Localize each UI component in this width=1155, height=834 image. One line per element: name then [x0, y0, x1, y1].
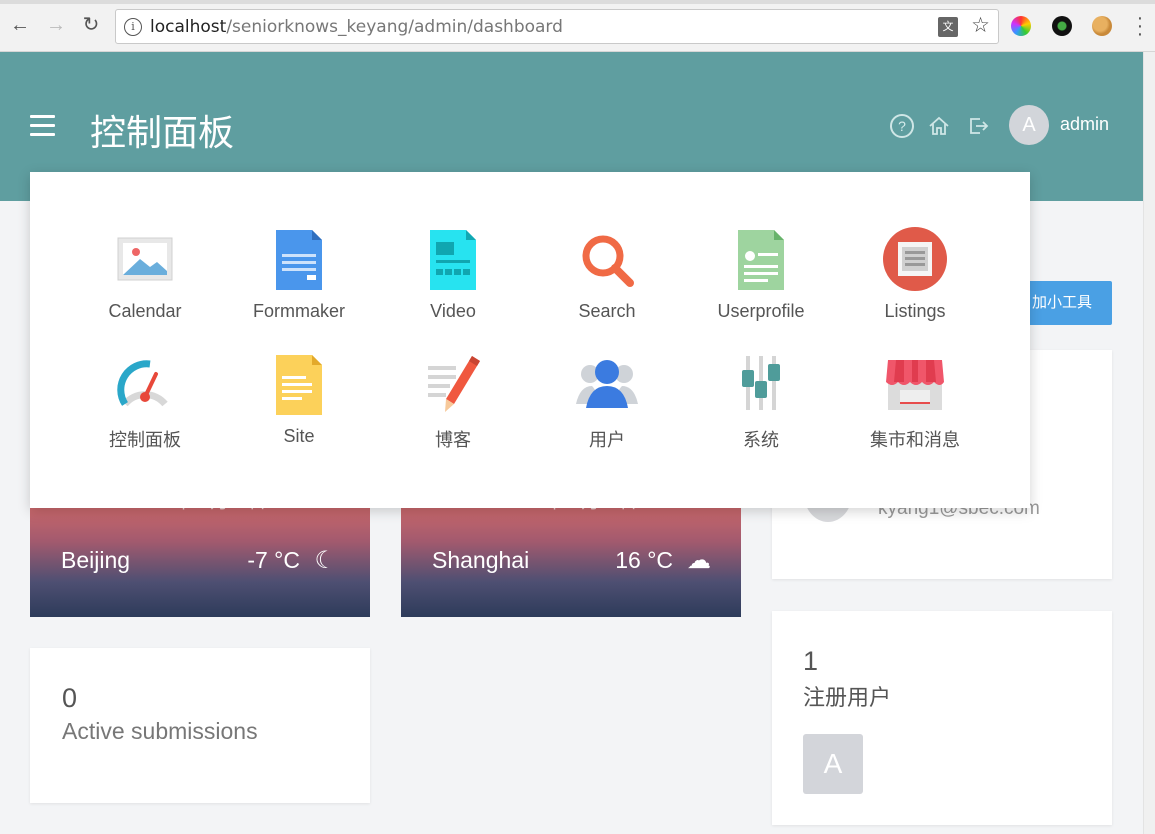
users-icon — [572, 352, 642, 422]
app-blog[interactable]: 博客 — [376, 352, 530, 452]
page-title: 控制面板 — [90, 112, 235, 153]
app-userprofile[interactable]: Userprofile — [684, 227, 838, 322]
help-icon[interactable]: ? — [890, 114, 914, 138]
app-label: 博客 — [435, 430, 471, 450]
browser-toolbar: ← → ↻ i localhost/seniorknows_keyang/adm… — [0, 0, 1155, 52]
hamburger-menu-icon[interactable] — [30, 115, 55, 142]
app-label: Search — [578, 301, 636, 321]
url-path: /seniorknows_keyang/admin/dashboard — [226, 17, 563, 37]
market-icon — [880, 352, 950, 422]
app-search[interactable]: Search — [530, 227, 684, 322]
back-button[interactable]: ← — [8, 13, 32, 37]
weather-card-shanghai: 2017年11月15日 Shanghai 16 °C ☁ — [401, 500, 741, 617]
logout-icon[interactable] — [966, 114, 990, 138]
app-label: Calendar — [108, 301, 182, 321]
add-widget-button[interactable]: 加小工具 — [1016, 281, 1112, 325]
browser-menu-icon[interactable]: · · · — [1134, 8, 1146, 44]
userprofile-doc-icon — [726, 227, 796, 297]
app-label: 用户 — [589, 430, 625, 450]
camera-extension-icon[interactable] — [1052, 16, 1072, 36]
app-site[interactable]: Site — [222, 352, 376, 447]
video-doc-icon — [418, 227, 488, 297]
cloud-moon-icon: ☁ — [687, 547, 711, 574]
url-text[interactable]: localhost/seniorknows_keyang/admin/dashb… — [150, 17, 563, 37]
active-submissions-label: Active submissions — [62, 718, 258, 744]
app-label: 控制面板 — [109, 430, 181, 450]
app-label: Video — [430, 301, 476, 321]
form-doc-icon — [264, 227, 334, 297]
registered-users-count: 1 — [803, 646, 819, 676]
registered-user-avatar[interactable]: A — [803, 734, 863, 794]
pencil-icon — [418, 352, 488, 422]
site-info-icon[interactable]: i — [124, 18, 142, 36]
app-dashboard[interactable]: 控制面板 — [68, 352, 222, 452]
cookie-extension-icon[interactable] — [1092, 16, 1112, 36]
username[interactable]: admin — [1060, 114, 1109, 135]
home-icon[interactable] — [927, 114, 951, 138]
weather-card-beijing: 2017年11月15日 Beijing -7 °C ☾ — [30, 500, 370, 617]
translate-icon[interactable]: 文 — [938, 17, 958, 37]
moon-icon: ☾ — [314, 547, 336, 574]
gauge-icon — [110, 352, 180, 422]
search-icon — [572, 227, 642, 297]
app-listings[interactable]: Listings — [838, 227, 992, 322]
address-bar[interactable]: i localhost/seniorknows_keyang/admin/das… — [115, 9, 999, 44]
listings-icon — [880, 227, 950, 297]
forward-button[interactable]: → — [44, 13, 68, 37]
app-label: 集市和消息 — [870, 430, 960, 450]
url-host: localhost — [150, 17, 227, 37]
tab-strip — [0, 0, 1155, 4]
app-label: 系统 — [743, 430, 779, 450]
weather-temp: -7 °C — [247, 547, 300, 573]
image-icon — [110, 227, 180, 297]
app-label: Formmaker — [252, 301, 345, 321]
color-picker-extension-icon[interactable] — [1011, 16, 1031, 36]
app-formmaker[interactable]: Formmaker — [222, 227, 376, 322]
user-avatar[interactable]: A — [1009, 105, 1049, 145]
app-label: Userprofile — [717, 301, 805, 321]
site-doc-icon — [264, 352, 334, 422]
reload-button[interactable]: ↻ — [79, 13, 103, 37]
weather-city: Beijing — [61, 547, 131, 573]
app-launcher-popup: Calendar Formmaker Video Search Userprof… — [30, 172, 1030, 508]
active-submissions-count: 0 — [62, 683, 78, 713]
sliders-icon — [726, 352, 796, 422]
bookmark-star-icon[interactable]: ☆ — [971, 13, 990, 38]
app-label: Site — [283, 426, 315, 446]
app-users[interactable]: 用户 — [530, 352, 684, 452]
registered-users-label: 注册用户 — [803, 685, 892, 710]
weather-city: Shanghai — [432, 547, 530, 573]
app-system[interactable]: 系统 — [684, 352, 838, 452]
page-scrollbar[interactable] — [1143, 52, 1155, 834]
app-video[interactable]: Video — [376, 227, 530, 322]
app-label: Listings — [884, 301, 946, 321]
app-market[interactable]: 集市和消息 — [838, 352, 992, 452]
weather-temp: 16 °C — [615, 547, 673, 573]
app-calendar[interactable]: Calendar — [68, 227, 222, 322]
